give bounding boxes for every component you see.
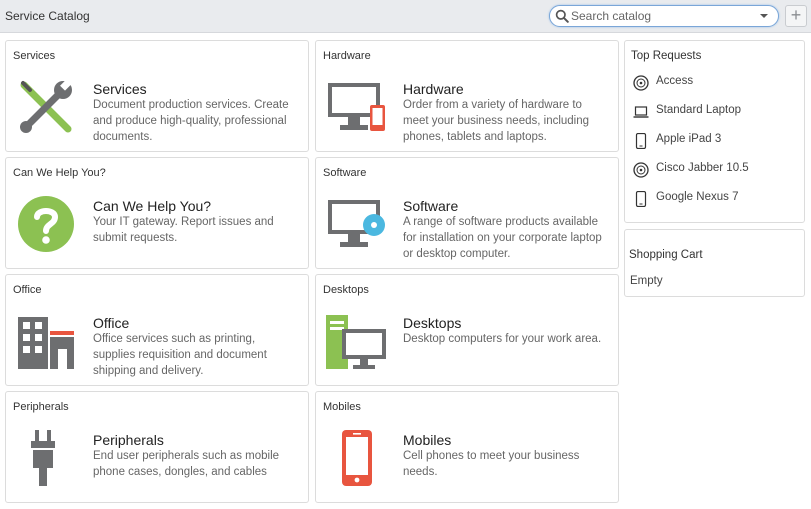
card-description: End user peripherals such as mobile phon… xyxy=(93,450,280,478)
card-title: Software xyxy=(403,198,459,214)
category-card-desktops[interactable]: Desktops Desktops Desktop computers for … xyxy=(315,274,619,386)
disc-icon xyxy=(633,162,649,178)
card-header: Desktops xyxy=(323,284,369,296)
card-header: Peripherals xyxy=(13,401,69,413)
request-label: Apple iPad 3 xyxy=(656,133,722,145)
disc-icon xyxy=(633,75,649,91)
card-title: Desktops xyxy=(403,315,462,331)
card-header: Software xyxy=(323,167,367,179)
request-label: Standard Laptop xyxy=(656,104,742,116)
card-header: Can We Help You? xyxy=(13,167,106,179)
category-card-software[interactable]: Software Software A range of software pr… xyxy=(315,157,619,269)
card-title: Peripherals xyxy=(93,432,164,448)
shopping-cart-panel: Shopping Cart Empty xyxy=(624,229,805,297)
card-description: Cell phones to meet your business needs. xyxy=(403,450,580,478)
header-bar: Service Catalog + xyxy=(0,0,811,33)
chevron-down-icon[interactable] xyxy=(759,11,769,21)
question-icon xyxy=(18,196,74,252)
card-title: Services xyxy=(93,81,147,97)
card-title: Hardware xyxy=(403,81,464,97)
request-label: Cisco Jabber 10.5 xyxy=(656,162,749,174)
category-card-office[interactable]: Office Office Office services such as pr… xyxy=(5,274,309,386)
card-header: Services xyxy=(13,50,56,62)
card-title: Can We Help You? xyxy=(93,198,212,214)
card-description: Office services such as printing, suppli… xyxy=(93,333,267,377)
search-icon xyxy=(555,9,569,23)
top-request-item-cisco-jabber[interactable]: Cisco Jabber 10.5 xyxy=(633,160,803,180)
top-request-item-standard-laptop[interactable]: Standard Laptop xyxy=(633,102,803,122)
card-description: Your IT gateway. Report issues and submi… xyxy=(93,216,274,244)
category-card-hardware[interactable]: Hardware Hardware Order from a variety o… xyxy=(315,40,619,152)
card-header: Office xyxy=(13,284,42,296)
category-card-mobiles[interactable]: Mobiles Mobiles Cell phones to meet your… xyxy=(315,391,619,503)
top-request-item-google-nexus-7[interactable]: Google Nexus 7 xyxy=(633,189,803,209)
phone-icon xyxy=(635,133,647,149)
category-card-services[interactable]: Services Services Document production se… xyxy=(5,40,309,152)
plug-icon xyxy=(31,430,55,486)
panel-header: Top Requests xyxy=(631,50,702,62)
card-description: Document production services. Create and… xyxy=(93,99,289,143)
laptop-icon xyxy=(633,106,649,118)
card-header: Hardware xyxy=(323,50,371,62)
request-label: Access xyxy=(656,75,694,87)
mobile-phone-icon xyxy=(342,430,372,486)
top-requests-panel: Top Requests Access Standard Laptop Appl… xyxy=(624,40,805,223)
search-box[interactable] xyxy=(549,5,779,27)
page-title: Service Catalog xyxy=(5,9,90,23)
search-input[interactable] xyxy=(571,8,751,24)
card-description: A range of software products available f… xyxy=(403,216,602,260)
category-card-help[interactable]: Can We Help You? Can We Help You? Your I… xyxy=(5,157,309,269)
wrench-screwdriver-icon xyxy=(20,79,72,133)
top-request-item-apple-ipad-3[interactable]: Apple iPad 3 xyxy=(633,131,803,151)
desktop-computer-icon xyxy=(326,315,386,369)
category-card-peripherals[interactable]: Peripherals Peripherals End user periphe… xyxy=(5,391,309,503)
top-request-item-access[interactable]: Access xyxy=(633,73,803,93)
add-button[interactable]: + xyxy=(785,5,807,27)
card-description: Order from a variety of hardware to meet… xyxy=(403,99,590,143)
cart-status: Empty xyxy=(630,275,663,287)
card-title: Mobiles xyxy=(403,432,452,448)
panel-header: Shopping Cart xyxy=(629,249,703,261)
monitor-phone-icon xyxy=(328,83,385,131)
request-label: Google Nexus 7 xyxy=(656,191,739,203)
card-title: Office xyxy=(93,315,130,331)
phone-icon xyxy=(635,191,647,207)
monitor-disc-icon xyxy=(328,200,385,247)
card-description: Desktop computers for your work area. xyxy=(403,333,602,345)
building-icon xyxy=(18,317,74,369)
card-header: Mobiles xyxy=(323,401,361,413)
